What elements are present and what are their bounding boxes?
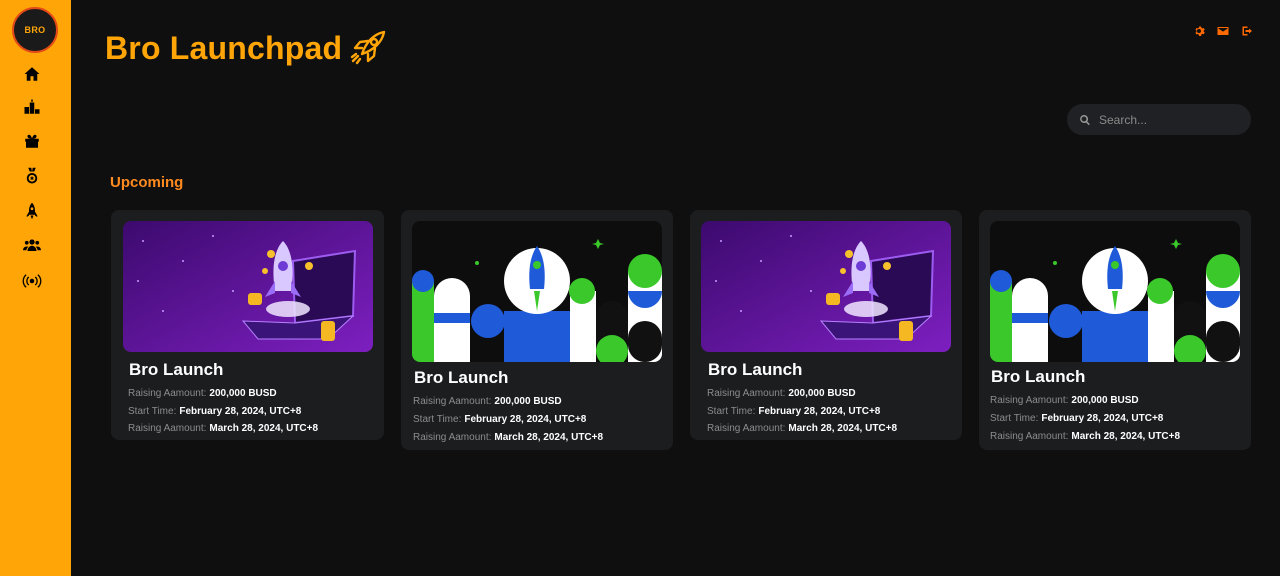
row-label: Raising Aamount: <box>128 388 207 399</box>
row-label: Raising Aamount: <box>128 423 207 434</box>
gift-icon[interactable] <box>20 129 44 153</box>
card-title: Bro Launch <box>129 360 224 379</box>
row-label: Raising Aamount: <box>990 395 1069 406</box>
row-label: Start Time: <box>413 414 462 425</box>
project-card[interactable]: Bro Launch Raising Aamount: 200,000 BUSD … <box>979 210 1251 450</box>
row-value: February 28, 2024, UTC+8 <box>179 406 302 417</box>
card-raising-row: Raising Aamount: 200,000 BUSD <box>990 395 1139 406</box>
card-raising-row: Raising Aamount: 200,000 BUSD <box>128 388 277 399</box>
gear-icon[interactable] <box>1193 25 1205 37</box>
row-label: Start Time: <box>707 406 756 417</box>
card-end-row: Raising Aamount: March 28, 2024, UTC+8 <box>128 423 318 434</box>
card-image-purple-laptop <box>123 221 373 352</box>
card-end-row: Raising Aamount: March 28, 2024, UTC+8 <box>707 423 897 434</box>
medal-icon[interactable] <box>20 164 44 188</box>
card-title: Bro Launch <box>708 360 803 379</box>
rocket-icon[interactable] <box>20 199 44 223</box>
row-label: Raising Aamount: <box>707 388 786 399</box>
logout-icon[interactable] <box>1241 25 1253 37</box>
search-box[interactable] <box>1067 104 1251 135</box>
logo[interactable]: BRO <box>12 7 58 53</box>
rocket-title-icon <box>351 30 386 65</box>
row-value: March 28, 2024, UTC+8 <box>494 432 604 443</box>
search-icon <box>1080 114 1090 125</box>
sidebar: BRO <box>0 0 71 576</box>
row-value: 200,000 BUSD <box>788 388 856 399</box>
project-card[interactable]: Bro Launch Raising Aamount: 200,000 BUSD … <box>401 210 673 450</box>
row-label: Start Time: <box>128 406 177 417</box>
search-input[interactable] <box>1099 112 1239 127</box>
row-value: March 28, 2024, UTC+8 <box>788 423 898 434</box>
card-start-row: Start Time: February 28, 2024, UTC+8 <box>990 413 1163 424</box>
row-value: February 28, 2024, UTC+8 <box>1041 413 1164 424</box>
title-row: Bro Launchpad <box>105 28 388 68</box>
card-image-green-rocket <box>412 221 662 362</box>
row-label: Start Time: <box>990 413 1039 424</box>
row-value: February 28, 2024, UTC+8 <box>464 414 587 425</box>
card-title: Bro Launch <box>414 368 509 387</box>
card-raising-row: Raising Aamount: 200,000 BUSD <box>707 388 856 399</box>
home-icon[interactable] <box>20 62 44 86</box>
row-label: Raising Aamount: <box>990 431 1069 442</box>
ranking-icon[interactable] <box>20 95 44 119</box>
card-image-purple-laptop <box>701 221 951 352</box>
row-value: 200,000 BUSD <box>209 388 277 399</box>
users-icon[interactable] <box>20 233 44 257</box>
project-card[interactable]: Bro Launch Raising Aamount: 200,000 BUSD … <box>690 210 962 440</box>
broadcast-icon[interactable] <box>18 269 46 293</box>
row-value: February 28, 2024, UTC+8 <box>758 406 881 417</box>
row-label: Raising Aamount: <box>413 432 492 443</box>
row-value: March 28, 2024, UTC+8 <box>209 423 319 434</box>
row-value: 200,000 BUSD <box>494 396 562 407</box>
card-end-row: Raising Aamount: March 28, 2024, UTC+8 <box>413 432 603 443</box>
row-value: March 28, 2024, UTC+8 <box>1071 431 1181 442</box>
card-title: Bro Launch <box>991 367 1086 386</box>
project-card[interactable]: Bro Launch Raising Aamount: 200,000 BUSD … <box>111 210 384 440</box>
page-title: Bro Launchpad <box>105 29 343 66</box>
logo-text: BRO <box>24 25 46 35</box>
row-value: 200,000 BUSD <box>1071 395 1139 406</box>
row-label: Raising Aamount: <box>413 396 492 407</box>
card-end-row: Raising Aamount: March 28, 2024, UTC+8 <box>990 431 1180 442</box>
card-start-row: Start Time: February 28, 2024, UTC+8 <box>413 414 586 425</box>
top-actions <box>1193 25 1253 37</box>
section-title: Upcoming <box>110 174 184 191</box>
card-image-green-rocket <box>990 221 1240 362</box>
card-start-row: Start Time: February 28, 2024, UTC+8 <box>707 406 880 417</box>
row-label: Raising Aamount: <box>707 423 786 434</box>
mail-icon[interactable] <box>1217 25 1229 37</box>
card-raising-row: Raising Aamount: 200,000 BUSD <box>413 396 562 407</box>
card-start-row: Start Time: February 28, 2024, UTC+8 <box>128 406 301 417</box>
